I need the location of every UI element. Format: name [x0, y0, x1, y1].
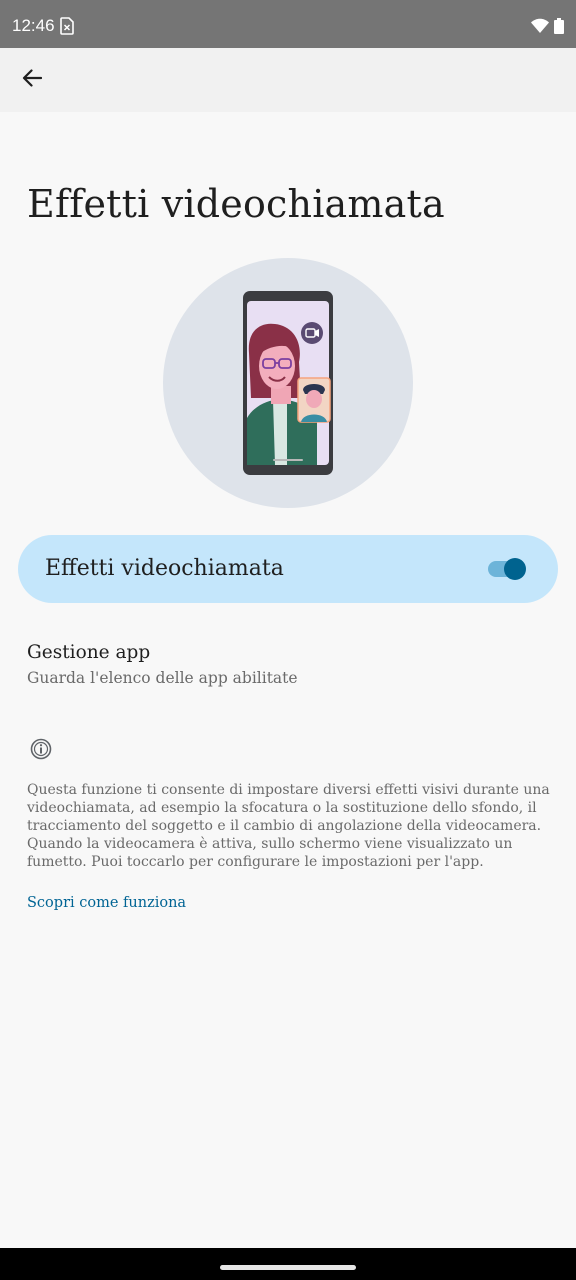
wifi-icon	[531, 18, 549, 38]
app-bar	[0, 48, 576, 112]
navigation-bar	[0, 1248, 576, 1280]
home-gesture-handle[interactable]	[220, 1265, 356, 1270]
video-effects-switch[interactable]	[488, 557, 528, 581]
battery-icon	[554, 18, 564, 39]
sim-card-icon	[60, 17, 74, 40]
switch-thumb	[504, 558, 526, 580]
learn-more-link[interactable]: Scopri come funziona	[27, 895, 186, 911]
status-time: 12:46	[12, 16, 55, 35]
app-management-summary: Guarda l'elenco delle app abilitate	[27, 669, 298, 687]
footer-description: Questa funzione ti consente di impostare…	[27, 782, 550, 870]
app-management-item[interactable]: Gestione app Guarda l'elenco delle app a…	[0, 628, 576, 708]
arrow-back-icon	[22, 68, 43, 92]
status-bar: 12:46	[0, 0, 576, 48]
info-icon	[30, 738, 52, 764]
toggle-label: Effetti videochiamata	[45, 556, 284, 581]
video-call-illustration	[163, 258, 413, 508]
app-management-title: Gestione app	[27, 642, 151, 663]
back-button[interactable]	[12, 60, 52, 100]
page-title: Effetti videochiamata	[27, 182, 445, 226]
video-effects-toggle-row[interactable]: Effetti videochiamata	[18, 535, 558, 603]
